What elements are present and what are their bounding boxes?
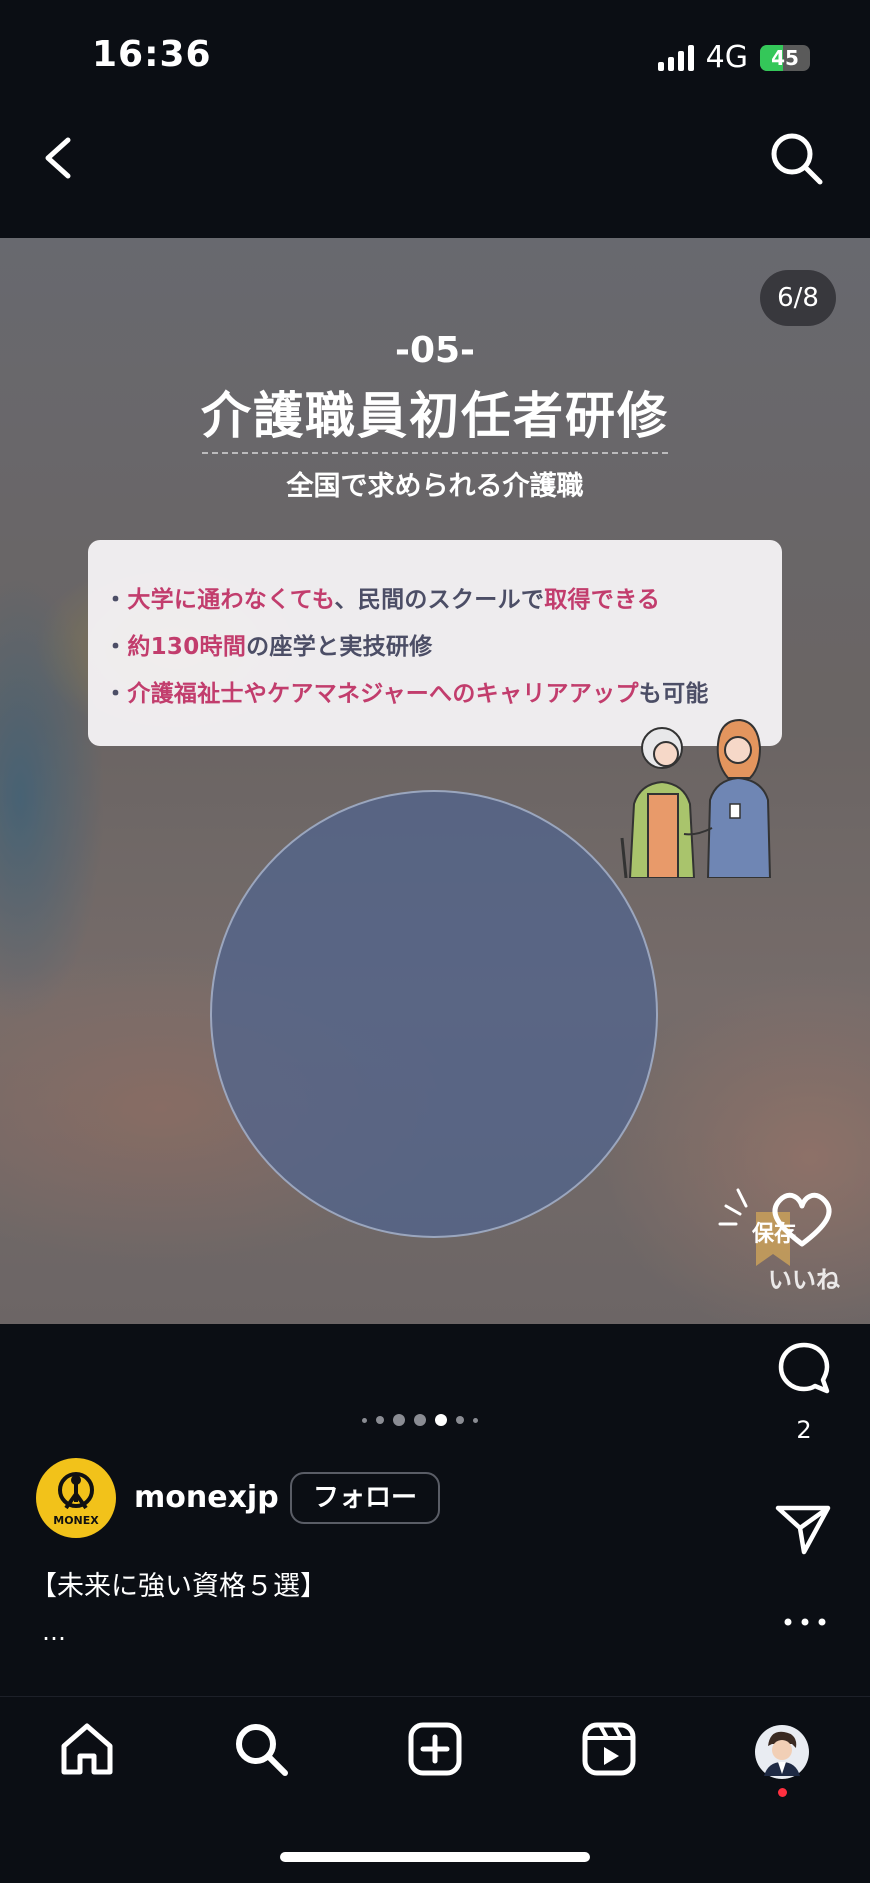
info-text: 、民間のスクールで — [334, 587, 545, 613]
network-type: 4G — [705, 40, 748, 75]
svg-text:MONEX: MONEX — [53, 1514, 99, 1527]
info-text: も可能 — [638, 681, 709, 707]
post-image[interactable]: 6/8 -05- 介護職員初任者研修 全国で求められる介護職 ・大学に通わなくて… — [0, 238, 870, 1324]
search-icon[interactable] — [766, 128, 826, 188]
monex-logo-icon: MONEX — [53, 1472, 99, 1527]
bullet: ・ — [104, 681, 128, 707]
slide-subtitle: 全国で求められる介護職 — [286, 471, 584, 502]
page-counter: 6/8 — [760, 270, 836, 326]
carousel-dot — [376, 1416, 384, 1424]
share-icon[interactable] — [774, 1502, 832, 1556]
notification-dot — [778, 1788, 787, 1797]
info-line: ・介護福祉士やケアマネジャーへのキャリアアップも可能 — [104, 674, 768, 708]
comment-count: 2 — [796, 1416, 812, 1444]
info-highlight: 大学に通わなくても — [127, 587, 335, 613]
follow-button[interactable]: フォロー — [290, 1472, 440, 1524]
info-line: ・大学に通わなくても、民間のスクールで取得できる — [104, 580, 768, 614]
slide-number: -05- — [395, 330, 475, 371]
comment-icon[interactable] — [776, 1340, 832, 1396]
carousel-dots — [362, 1414, 478, 1426]
title-divider — [202, 452, 668, 454]
back-button[interactable] — [34, 128, 84, 188]
account-username[interactable]: monexjp — [134, 1480, 279, 1515]
bullet: ・ — [104, 587, 128, 613]
slide-title: 介護職員初任者研修 — [201, 387, 669, 445]
info-line: ・約130時間の座学と実技研修 — [104, 627, 768, 661]
info-highlight: 約130時間 — [127, 634, 247, 660]
account-avatar[interactable]: MONEX — [36, 1458, 116, 1538]
home-indicator[interactable] — [280, 1852, 590, 1862]
caregiver-illustration — [620, 718, 772, 878]
save-label: 保存 — [752, 1222, 797, 1247]
carousel-dot-active — [435, 1414, 447, 1426]
home-icon[interactable] — [58, 1720, 116, 1778]
carousel-dot — [393, 1414, 405, 1426]
bullet: ・ — [104, 634, 128, 660]
caption-more[interactable]: … — [42, 1618, 66, 1646]
reels-icon[interactable] — [580, 1720, 638, 1778]
more-options-icon[interactable] — [780, 1608, 830, 1636]
battery-level: 45 — [771, 45, 799, 70]
status-indicators: 4G 45 — [657, 40, 810, 75]
signal-icon — [657, 44, 694, 71]
status-time: 16:36 — [92, 34, 212, 75]
carousel-dot — [473, 1417, 478, 1423]
loading-circle-overlay — [210, 790, 658, 1238]
create-post-icon[interactable] — [406, 1720, 464, 1778]
profile-avatar-icon[interactable] — [754, 1724, 810, 1780]
carousel-dot — [456, 1416, 464, 1424]
info-text: の座学と実技研修 — [246, 634, 433, 660]
battery-icon: 45 — [760, 44, 810, 71]
carousel-dot — [414, 1414, 426, 1426]
carousel-dot — [362, 1417, 367, 1423]
info-highlight: 介護福祉士やケアマネジャーへのキャリアアップ — [127, 681, 639, 707]
info-highlight: 取得できる — [544, 587, 661, 613]
search-nav-icon[interactable] — [232, 1720, 290, 1778]
post-caption: 【未来に強い資格５選】 — [30, 1571, 327, 1602]
like-label: いいね — [768, 1266, 840, 1294]
